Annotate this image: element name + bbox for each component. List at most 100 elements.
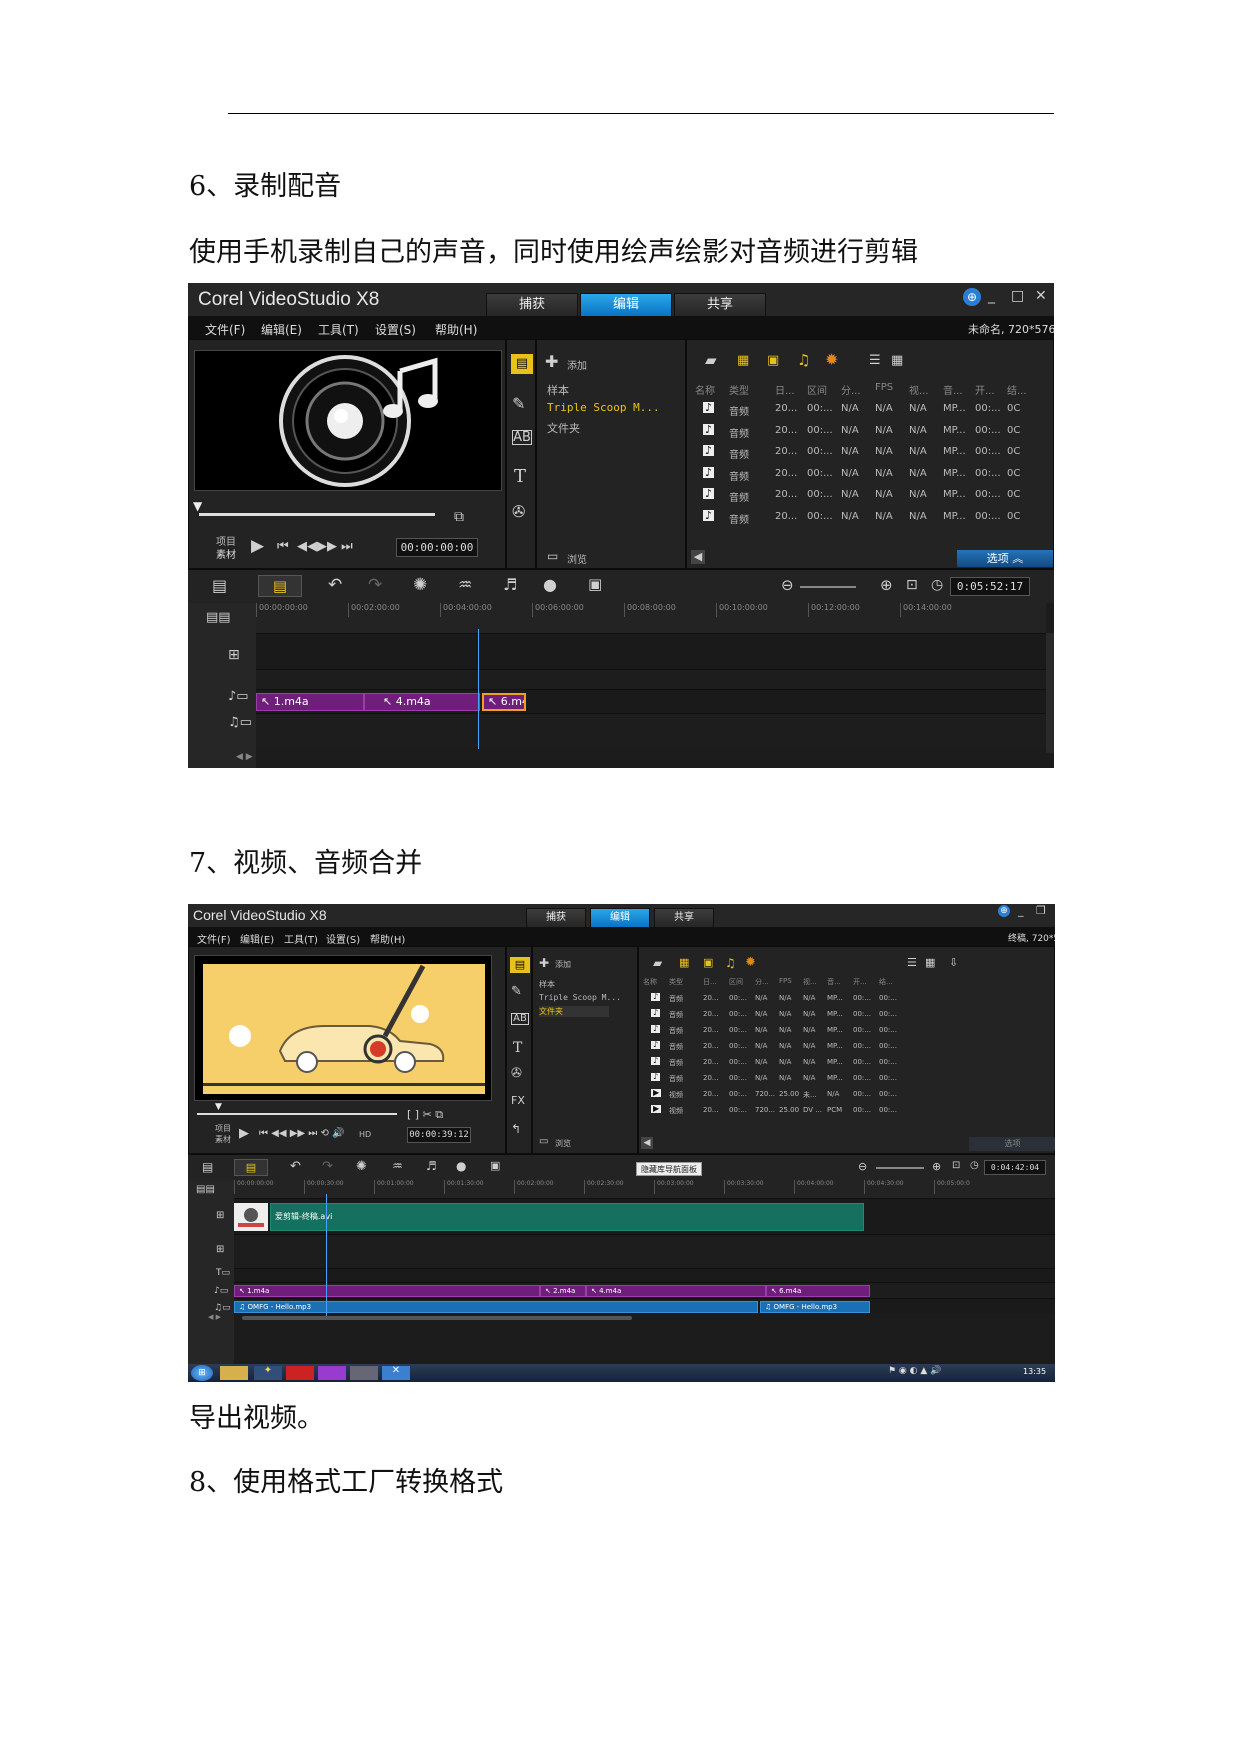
file-row[interactable]: ♪ 音频 20... 00:... N/A N/A N/A MP... 00:... 0C	[687, 486, 1054, 508]
text-icon[interactable]: T	[514, 468, 526, 486]
timecode-field[interactable]: 00:00:00:00	[396, 538, 478, 557]
add-label[interactable]: 添加	[567, 357, 587, 372]
time-ruler[interactable]: 00:00:00:00 00:02:00:00 00:04:00:00 00:06:0…	[256, 603, 1046, 633]
music-note-icon[interactable]: ♫	[725, 957, 736, 969]
file-row[interactable]: ♪ 音频 20... 00:... N/A N/A N/A MP... 00:... 00:...	[639, 1023, 1055, 1039]
options-button[interactable]: 选项 ︽	[957, 550, 1053, 567]
taskbar-app4-icon[interactable]	[350, 1366, 378, 1380]
file-row[interactable]: ▶ 视频 20... 00:... 720... 25.00 未... N/A 00:... 00…	[639, 1087, 1055, 1103]
restore-icon[interactable]: ❐	[1036, 905, 1046, 916]
file-row[interactable]: ♪ 音频 20... 00:... N/A N/A N/A MP... 00:... 00:...	[639, 1039, 1055, 1055]
audio-mixer-icon[interactable]: ♒	[392, 1160, 403, 1172]
transport-controls-icon[interactable]: ⏮ ◀◀ ▶▶ ⏭ ⟲ 🔊	[259, 1129, 345, 1139]
list-view-icon[interactable]: ☰	[907, 957, 917, 968]
redo-icon[interactable]: ↷	[322, 1160, 333, 1173]
taskbar-app2-icon[interactable]	[286, 1366, 314, 1380]
menu-edit[interactable]: 编辑(E)	[261, 321, 302, 338]
folder-folder[interactable]: 文件夹	[547, 420, 580, 436]
minimize-icon[interactable]: _	[1018, 905, 1024, 916]
play-icon[interactable]: ▶	[239, 1127, 249, 1140]
file-row[interactable]: ♪ 音频 20... 00:... N/A N/A N/A MP... 00:... 00:...	[639, 1007, 1055, 1023]
add-icon[interactable]: ✚	[545, 354, 558, 370]
taskbar-app-icon[interactable]: ✦	[254, 1366, 282, 1380]
start-button-icon[interactable]: ⊞	[191, 1365, 213, 1381]
photo-filter-icon[interactable]: ▣	[767, 354, 779, 367]
folder-folder[interactable]: 文件夹	[539, 1006, 609, 1017]
play-icon[interactable]: ▶	[251, 538, 264, 555]
tab-share[interactable]: 共享	[654, 908, 714, 928]
auto-music-icon[interactable]: ♬	[503, 577, 517, 593]
scrub-bar[interactable]	[197, 1113, 397, 1115]
taskbar-videostudio-icon[interactable]: ✕	[382, 1366, 410, 1380]
grid-view-icon[interactable]: ▦	[891, 354, 903, 367]
close-icon[interactable]: ✕	[1035, 289, 1047, 303]
browse-label[interactable]: 浏览	[555, 1138, 571, 1149]
tab-edit[interactable]: 编辑	[580, 293, 672, 317]
transition-icon[interactable]: ✎	[512, 396, 525, 412]
media-icon[interactable]: ▤	[510, 957, 530, 973]
effects-icon[interactable]: ✇	[511, 1067, 522, 1080]
music-note-icon[interactable]: ♫	[797, 353, 810, 368]
fx-icon[interactable]: FX	[511, 1095, 525, 1106]
motion-track-icon[interactable]: ●	[543, 577, 557, 593]
video-track[interactable]: 爱剪辑-终稿.avi	[234, 1198, 1055, 1234]
clip-mode-label[interactable]: 素材	[216, 546, 236, 561]
menu-settings[interactable]: 设置(S)	[375, 321, 416, 338]
file-row[interactable]: ♪ 音频 20... 00:... N/A N/A N/A MP... 00:... 0C	[687, 443, 1054, 465]
menu-file[interactable]: 文件(F)	[197, 931, 231, 946]
file-row[interactable]: ♪ 音频 20... 00:... N/A N/A N/A MP... 00:... 0C	[687, 400, 1054, 422]
voice-clip-1[interactable]: ↖ 1.m4a	[234, 1285, 540, 1297]
scroll-arrows-icon[interactable]: ◀ ▶	[208, 1314, 221, 1321]
photo-filter-icon[interactable]: ▣	[703, 957, 713, 968]
file-row[interactable]: ♪ 音频 20... 00:... N/A N/A N/A MP... 00:... 00:...	[639, 991, 1055, 1007]
undo-icon[interactable]: ↶	[290, 1160, 301, 1173]
path-icon[interactable]: ↰	[511, 1123, 521, 1135]
flash-filter-icon[interactable]: ✹	[745, 956, 756, 969]
menu-tools[interactable]: 工具(T)	[284, 931, 318, 946]
folder-sample[interactable]: 样本	[547, 382, 569, 398]
list-view-icon[interactable]: ☰	[869, 354, 881, 367]
overlay-track[interactable]	[256, 669, 1054, 689]
video-track[interactable]	[256, 633, 1054, 669]
tab-share[interactable]: 共享	[674, 293, 766, 317]
voice-track[interactable]: ↖ 1.m4a ↖ 4.m4a ↖ 6.m4	[256, 689, 1054, 713]
timeline-playhead[interactable]	[326, 1194, 327, 1316]
record-capture-icon[interactable]: ✺	[356, 1160, 367, 1173]
menu-edit[interactable]: 编辑(E)	[240, 931, 274, 946]
title-track[interactable]	[234, 1268, 1055, 1282]
timeline-scrollbar[interactable]	[242, 1316, 632, 1320]
copy-icon[interactable]: ⧉	[454, 510, 464, 524]
file-row[interactable]: ♪ 音频 20... 00:... N/A N/A N/A MP... 00:... 0C	[687, 508, 1054, 530]
music-track[interactable]	[256, 713, 1054, 747]
storyboard-view-icon[interactable]: ▤	[202, 1161, 213, 1173]
browse-icon[interactable]: ▭	[547, 550, 558, 562]
clip-mode-label[interactable]: 素材	[215, 1134, 231, 1145]
voice-clip-6-selected[interactable]: ↖ 6.m4	[482, 693, 526, 711]
folder-icon[interactable]: ▰	[705, 353, 717, 368]
timeline-playhead[interactable]	[478, 629, 479, 749]
zoom-out-icon[interactable]: ⊖	[781, 578, 794, 593]
timeline-scrollbar[interactable]	[1046, 633, 1054, 753]
zoom-out-icon[interactable]: ⊖	[858, 1161, 867, 1172]
maximize-icon[interactable]: □	[1011, 289, 1024, 303]
add-icon[interactable]: ✚	[539, 957, 549, 969]
folder-triple-scoop[interactable]: Triple Scoop M...	[547, 401, 660, 414]
timeline-view-icon[interactable]: ▤	[258, 575, 302, 597]
menu-help[interactable]: 帮助(H)	[435, 321, 477, 338]
title-ab-icon[interactable]: AB	[511, 1013, 529, 1025]
undo-icon[interactable]: ↶	[328, 577, 342, 594]
media-icon[interactable]: ▤	[511, 354, 533, 374]
scroll-arrows-icon[interactable]: ◀ ▶	[236, 753, 253, 762]
effects-icon[interactable]: ✇	[512, 504, 525, 520]
taskbar-explorer-icon[interactable]	[220, 1366, 248, 1380]
title-ab-icon[interactable]: AB	[512, 430, 532, 445]
zoom-in-icon[interactable]: ⊕	[932, 1161, 941, 1172]
video-filter-icon[interactable]: ▦	[737, 354, 749, 367]
timecode-field[interactable]: 00:00:39:12	[407, 1127, 471, 1143]
playhead-marker-icon[interactable]: ▼	[215, 1103, 222, 1112]
globe-icon[interactable]: ⊕	[998, 905, 1010, 917]
music-clip-1[interactable]: ♫ OMFG - Hello.mp3	[234, 1301, 758, 1313]
project-mode-label[interactable]: 项目	[215, 1123, 231, 1134]
audio-mixer-icon[interactable]: ♒	[458, 577, 472, 593]
voice-clip-4[interactable]: ↖ 4.m4a	[364, 693, 480, 711]
